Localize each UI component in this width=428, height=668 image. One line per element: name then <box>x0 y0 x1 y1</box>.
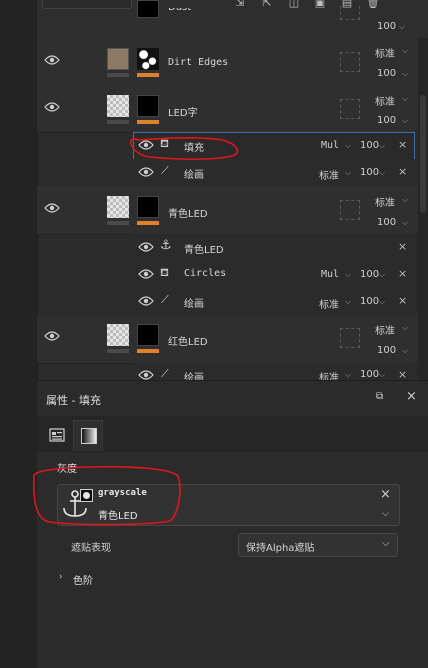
annotation-overlay <box>33 136 239 526</box>
annotation-circle <box>130 136 239 160</box>
annotation-circle <box>33 465 181 526</box>
